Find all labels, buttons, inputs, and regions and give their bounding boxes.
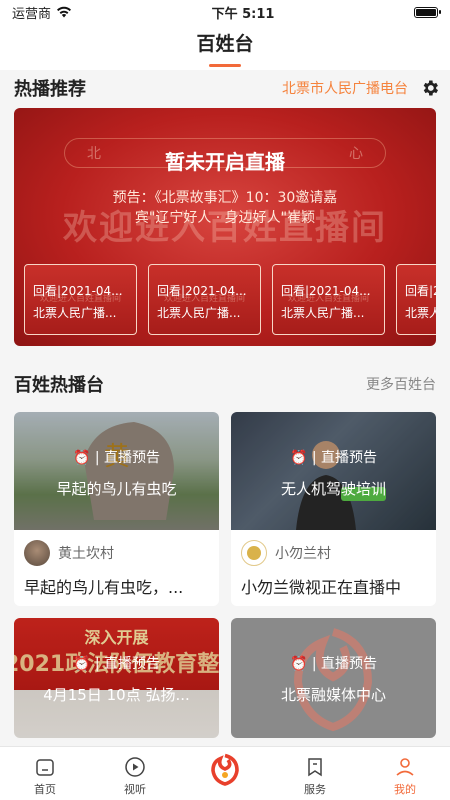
bottom-tab-bar: 首页 视听 服务 我的 (0, 746, 450, 800)
card-caption: 北票融媒体中心 (280, 686, 386, 704)
tab-center[interactable] (180, 747, 270, 800)
wifi-icon (57, 6, 72, 18)
broadcast-card[interactable]: 黄 ⏰ | 直播预告 早起的鸟儿有虫吃 黄土坎村 早起的鸟儿有虫吃，... (14, 412, 219, 606)
hot-section-header: 热播推荐 北票市人民广播电台 (0, 70, 450, 106)
card-caption: 早起的鸟儿有虫吃 (56, 480, 177, 498)
hot-section-title: 热播推荐 (14, 79, 86, 100)
card-caption: 4月15日 10点 弘扬... (43, 686, 190, 704)
replay-item[interactable]: 欢迎进入百姓直播间 回看|2021-04... 北票人民广播... (148, 264, 261, 335)
user-icon (396, 758, 414, 776)
replay-list: 欢迎进入百姓直播间 回看|2021-04... 北票人民广播... 欢迎进入百姓… (24, 264, 436, 335)
replay-item[interactable]: 欢迎进入百姓直播间 回看|2021-04... 北票人民广播... (24, 264, 137, 335)
live-banner[interactable]: 北心 欢迎进入百姓直播间 暂未开启直播 预告：《北票故事汇》10：30邀请嘉 宾… (14, 108, 436, 346)
avatar (241, 540, 267, 566)
channel-name: 黄土坎村 (58, 546, 114, 562)
live-status-title: 暂未开启直播 (165, 150, 285, 174)
tab-mine[interactable]: 我的 (360, 747, 450, 800)
replay-item[interactable]: 欢迎进入百姓直播间 回看|2021-04... 北票人民广播... (272, 264, 385, 335)
card-description: 小勿兰微视正在直播中 (241, 578, 402, 597)
channel-name: 小勿兰村 (275, 546, 331, 562)
tab-video[interactable]: 视听 (90, 747, 180, 800)
tab-home[interactable]: 首页 (0, 747, 90, 800)
broadcast-card[interactable]: ⏰ | 直播预告 无人机驾驶培训 小勿兰村 小勿兰微视正在直播中 (231, 412, 436, 606)
status-bar: 运营商 下午 5:11 (0, 0, 450, 24)
carrier-label: 运营商 (12, 6, 52, 22)
more-link[interactable]: 更多百姓台 (366, 374, 436, 394)
live-preview-badge: ⏰ | 直播预告 (289, 450, 378, 466)
battery-icon (413, 6, 441, 18)
tab-service[interactable]: 服务 (270, 747, 360, 800)
baixing-section-header: 百姓热播台 更多百姓台 (0, 366, 450, 402)
clock: 下午 5:11 (211, 6, 275, 22)
phoenix-watermark-icon (293, 628, 373, 732)
card-thumbnail: ⏰ | 直播预告 北票融媒体中心 (231, 618, 436, 738)
card-thumbnail: 黄 ⏰ | 直播预告 早起的鸟儿有虫吃 (14, 412, 219, 530)
card-caption: 无人机驾驶培训 (280, 480, 386, 498)
live-preview-badge: ⏰ | 直播预告 (289, 656, 378, 672)
bookmark-icon (308, 758, 322, 777)
card-thumbnail: ⏰ | 直播预告 无人机驾驶培训 (231, 412, 436, 530)
page-title: 百姓台 (196, 33, 254, 55)
avatar (24, 540, 50, 566)
card-thumbnail: 深入开展 2021政法队伍教育整顿 ⏰ | 直播预告 4月15日 10点 弘扬.… (14, 618, 219, 738)
baixing-section-title: 百姓热播台 (14, 375, 104, 396)
card-description: 早起的鸟儿有虫吃，... (24, 578, 184, 597)
live-preview-badge: ⏰ | 直播预告 (72, 450, 161, 466)
play-icon (125, 757, 145, 777)
home-icon (36, 759, 54, 776)
top-nav: 百姓台 (0, 24, 450, 70)
live-preview-text: 预告：《北票故事汇》10：30邀请嘉 宾"辽宁好人 · 身边好人"崔颖 (112, 190, 338, 226)
replay-item[interactable]: 回看|2021-04... 北票人民广播... (396, 264, 436, 335)
broadcast-card[interactable]: ⏰ | 直播预告 北票融媒体中心 (231, 618, 436, 738)
station-link[interactable]: 北票市人民广播电台 (282, 78, 408, 98)
title-underline (209, 64, 241, 67)
gear-icon[interactable] (420, 78, 440, 98)
live-preview-badge: ⏰ | 直播预告 (72, 656, 161, 672)
broadcast-card[interactable]: 深入开展 2021政法队伍教育整顿 ⏰ | 直播预告 4月15日 10点 弘扬.… (14, 618, 219, 738)
phoenix-logo-icon (211, 753, 239, 786)
